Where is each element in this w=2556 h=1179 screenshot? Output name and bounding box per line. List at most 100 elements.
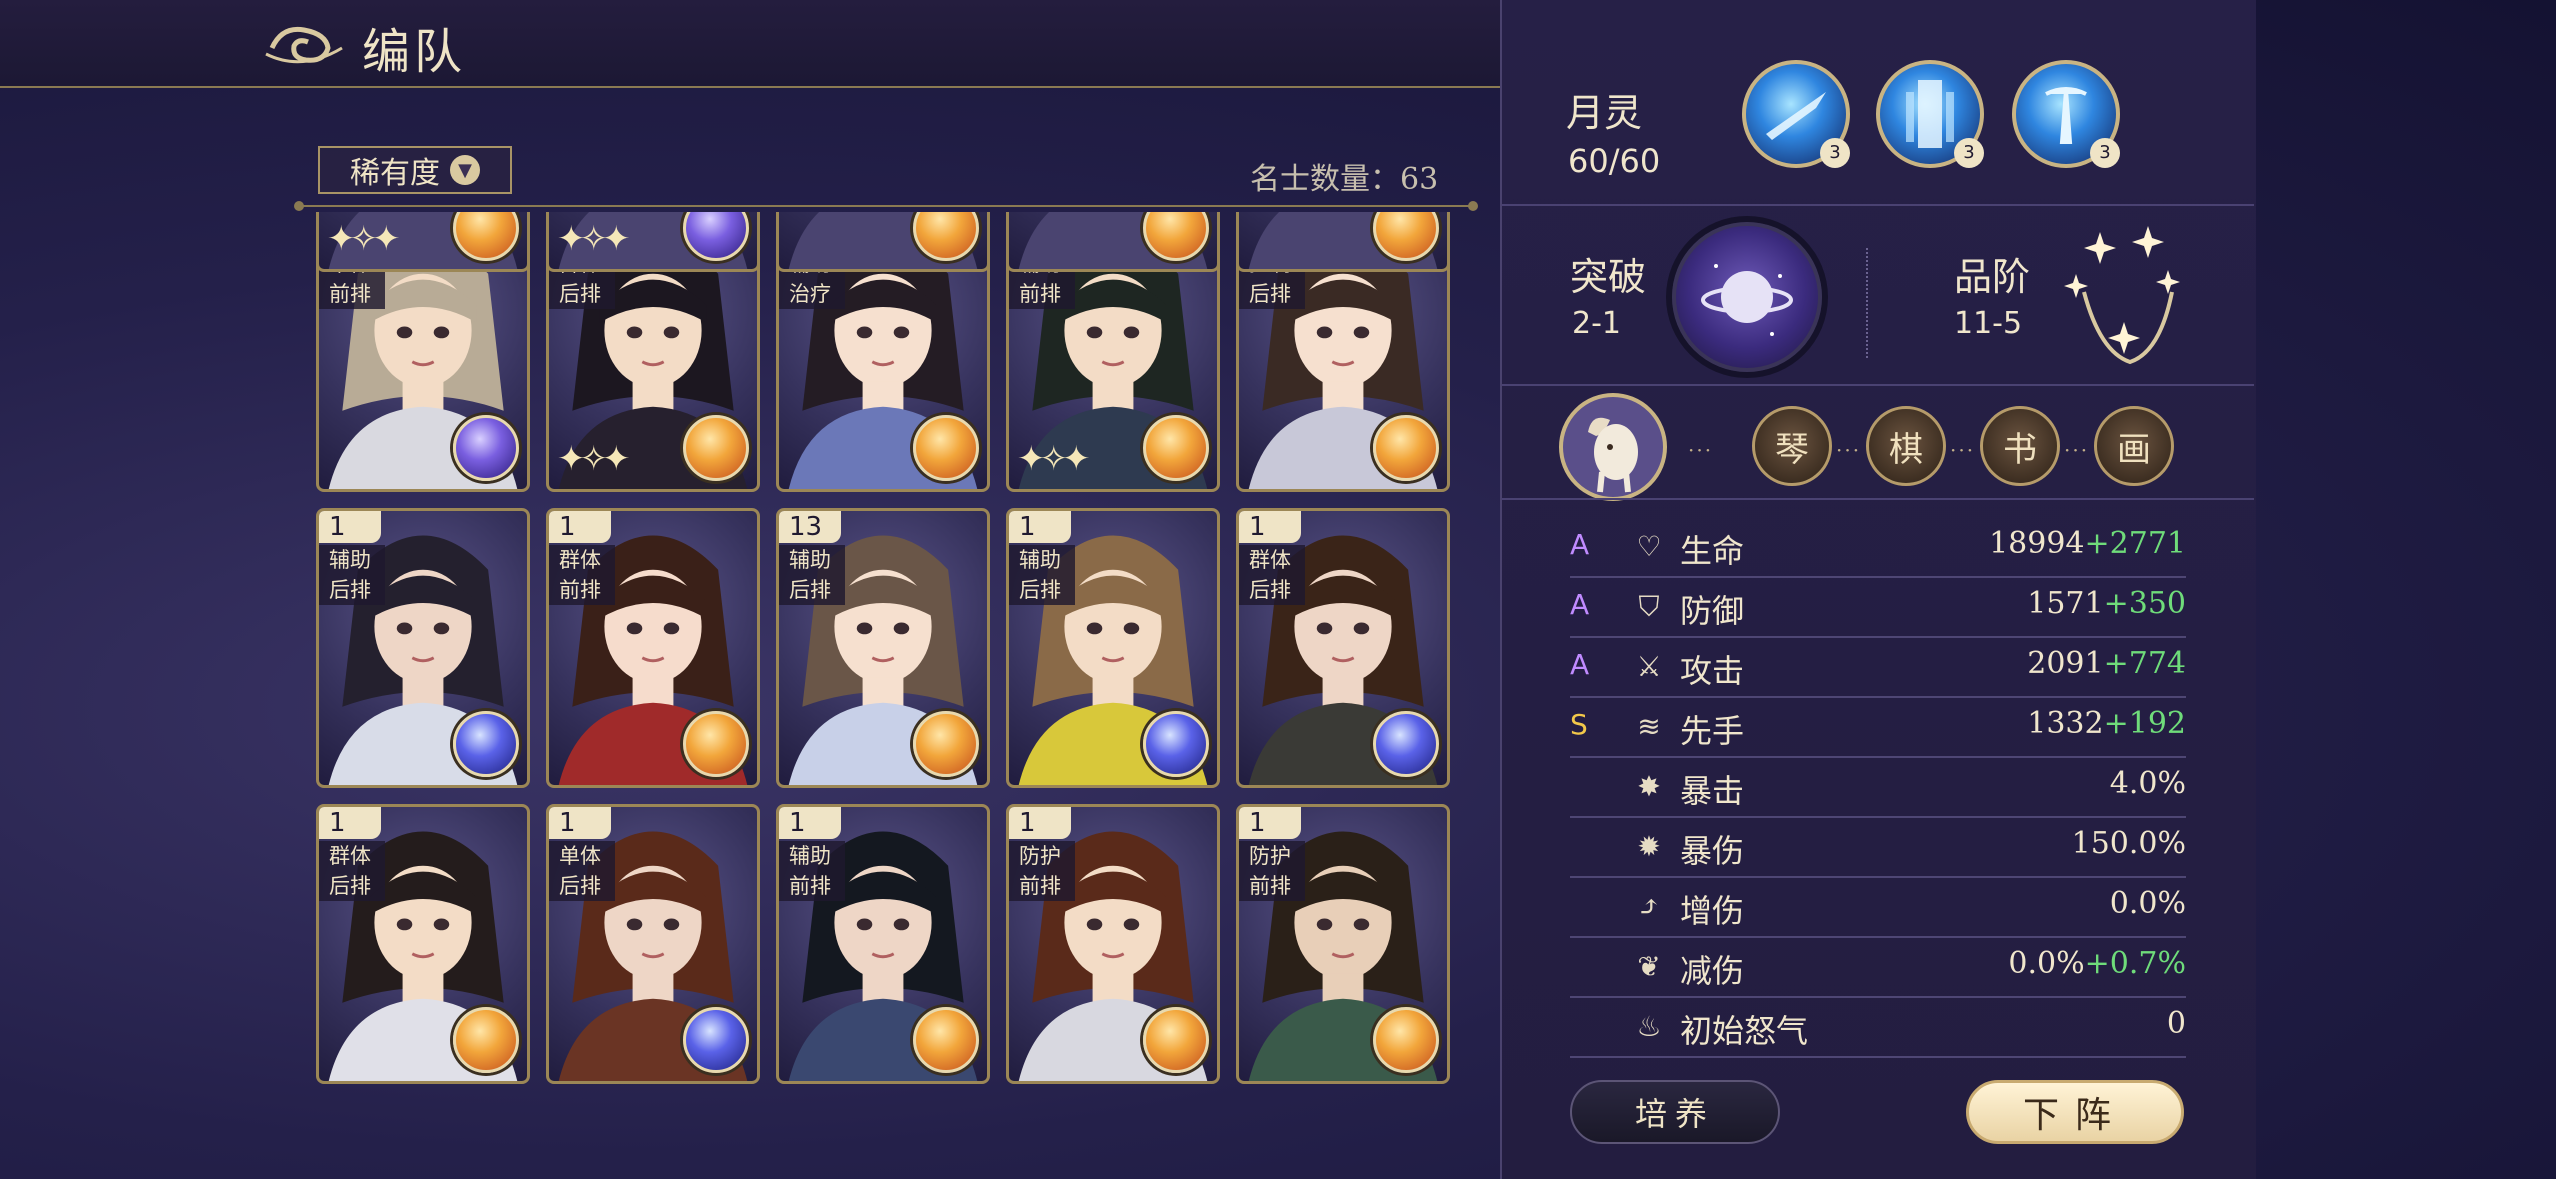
- hero-tag-type: 辅助: [1009, 545, 1075, 575]
- stat-name: 增伤: [1680, 892, 1745, 930]
- hero-tag-position: 后排: [549, 279, 615, 309]
- breakthrough-label: 突破: [1570, 255, 1647, 299]
- stat-name: 防御: [1680, 592, 1745, 630]
- hero-level: 1: [549, 511, 611, 543]
- sparkle-icon: ✦✧✦: [557, 219, 631, 259]
- connector-dots: ···: [1836, 438, 1862, 462]
- hero-tag-type: 辅助: [779, 841, 845, 871]
- breakthrough-orb-button[interactable]: [1672, 222, 1822, 372]
- stat-base: 150.0%: [2071, 826, 2186, 861]
- hero-card[interactable]: 1 单体 后排: [546, 804, 760, 1084]
- hero-card[interactable]: 1 防护 前排: [1236, 804, 1450, 1084]
- stat-bonus: +192: [2103, 706, 2186, 741]
- element-orb-icon: [913, 415, 979, 481]
- stat-base: 2091: [2027, 646, 2104, 681]
- hero-tag-position: 前排: [549, 575, 615, 605]
- hero-card[interactable]: [776, 212, 990, 272]
- stat-name: 先手: [1680, 712, 1745, 750]
- hero-card[interactable]: [1006, 212, 1220, 272]
- element-orb-icon: [683, 1007, 749, 1073]
- hero-level: 1: [319, 807, 381, 839]
- skill-2-level: 3: [1954, 138, 1984, 168]
- stat-base: 0.0%: [2109, 886, 2186, 921]
- stat-row: ♨ 初始怒气 0: [1570, 1000, 2186, 1058]
- stat-bonus: +0.7%: [2084, 946, 2186, 981]
- stat-row: A ♡ 生命 18994+2771: [1570, 520, 2186, 578]
- hero-tag-position: 后排: [1009, 575, 1075, 605]
- element-orb-icon: [1373, 1007, 1439, 1073]
- stat-row: ❦ 减伤 0.0%+0.7%: [1570, 940, 2186, 998]
- hero-level: 1: [1009, 511, 1071, 543]
- skill-3-button[interactable]: 3: [2012, 60, 2120, 168]
- hero-tag-position: 治疗: [779, 279, 845, 309]
- sparkle-icon: ✦✧✦: [1017, 439, 1091, 479]
- stat-grade: A: [1570, 528, 1590, 561]
- element-orb-icon: [453, 711, 519, 777]
- stat-grade: A: [1570, 648, 1590, 681]
- sparkle-icon: ✦✧✦: [557, 439, 631, 479]
- chevron-down-icon: ▼: [450, 155, 480, 185]
- stat-value: 0.0%: [2110, 886, 2186, 921]
- hero-card[interactable]: 1 辅助 前排: [776, 804, 990, 1084]
- grade-label: 品阶: [1954, 255, 2031, 299]
- hero-card[interactable]: [1236, 212, 1450, 272]
- element-orb-icon: [1373, 415, 1439, 481]
- element-orb-icon: [1143, 1007, 1209, 1073]
- element-orb-icon: [683, 711, 749, 777]
- element-orb-icon: [1373, 711, 1439, 777]
- hero-card[interactable]: ✦✧✦: [546, 212, 760, 272]
- hero-card[interactable]: 1 防护 前排: [1006, 804, 1220, 1084]
- element-orb-icon: [913, 1007, 979, 1073]
- hero-tag-position: 前排: [1009, 871, 1075, 901]
- filter-divider: [294, 201, 1478, 211]
- stat-base: 1571: [2027, 586, 2104, 621]
- grade-stars-icon[interactable]: [2060, 212, 2190, 382]
- stat-value: 4.0%: [2110, 766, 2186, 801]
- remove-from-team-button[interactable]: 下阵: [1966, 1080, 2184, 1144]
- heart-icon: ♡: [1636, 530, 1662, 563]
- skill-1-button[interactable]: 3: [1742, 60, 1850, 168]
- hero-tag-type: 群体: [319, 841, 385, 871]
- art-shu-button[interactable]: 书: [1980, 406, 2060, 486]
- art-qi-button[interactable]: 棋: [1866, 406, 1946, 486]
- hero-tag-position: 后排: [319, 575, 385, 605]
- stat-value: 2091+774: [2027, 646, 2186, 681]
- back-swirl-icon[interactable]: [262, 18, 346, 68]
- panel-divider-3: [1502, 498, 2254, 500]
- train-button[interactable]: 培养: [1570, 1080, 1780, 1144]
- page-header: 编队: [0, 0, 1506, 88]
- art-qin-button[interactable]: 琴: [1752, 406, 1832, 486]
- stat-grade: A: [1570, 588, 1590, 621]
- stat-base: 1332: [2027, 706, 2104, 741]
- stat-value: 150.0%: [2072, 826, 2186, 861]
- hero-card[interactable]: 1 群体 后排: [1236, 508, 1450, 788]
- hero-card[interactable]: ✦✧✦: [316, 212, 530, 272]
- planet-icon: [1701, 264, 1793, 336]
- art-hua-button[interactable]: 画: [2094, 406, 2174, 486]
- hero-level: 1: [549, 807, 611, 839]
- hero-tag-position: 前排: [319, 279, 385, 309]
- hero-level: 13: [779, 511, 841, 543]
- hero-card[interactable]: 1 群体 前排: [546, 508, 760, 788]
- hero-level: 1: [319, 511, 381, 543]
- hero-tag-type: 辅助: [319, 545, 385, 575]
- hero-card[interactable]: 1 辅助 后排: [1006, 508, 1220, 788]
- skill-2-button[interactable]: 3: [1876, 60, 1984, 168]
- breakthrough-value: 2-1: [1572, 306, 1621, 341]
- hero-card[interactable]: 1 辅助 后排: [316, 508, 530, 788]
- stat-value: 0.0%+0.7%: [2008, 946, 2186, 981]
- skill-1-level: 3: [1820, 138, 1850, 168]
- page-title: 编队: [362, 24, 467, 80]
- hero-card[interactable]: 13 辅助 后排: [776, 508, 990, 788]
- hero-tag-type: 防护: [1009, 841, 1075, 871]
- hero-card[interactable]: 1 群体 后排: [316, 804, 530, 1084]
- panel-divider-1: [1502, 204, 2254, 206]
- hero-tag-position: 前排: [1009, 279, 1075, 309]
- burst-icon: ✸: [1637, 770, 1661, 803]
- rarity-filter-dropdown[interactable]: 稀有度 ▼: [318, 146, 512, 194]
- hero-grid[interactable]: 1 单体 前排 41 群体 后排 ✦✧✦: [316, 212, 1456, 1179]
- stat-value: 0: [2167, 1006, 2186, 1041]
- stat-name: 暴击: [1680, 772, 1745, 810]
- stat-base: 0.0%: [2008, 946, 2085, 981]
- ram-avatar-icon[interactable]: [1558, 392, 1668, 502]
